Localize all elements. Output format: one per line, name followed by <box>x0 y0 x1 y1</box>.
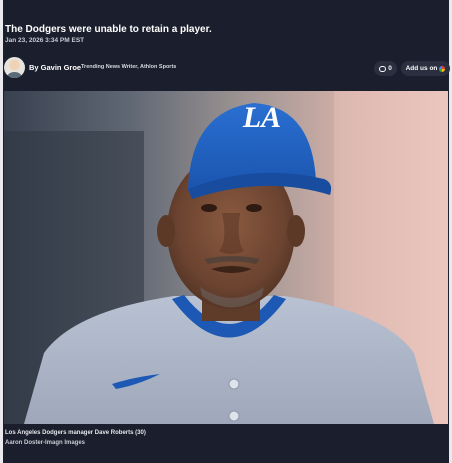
cap-logo: LA <box>242 101 281 134</box>
right-ear <box>287 215 305 247</box>
article-date: Jan 23, 2026 3:34 PM EST <box>5 37 85 44</box>
add-us-on-google-button[interactable]: Add us on <box>401 61 450 76</box>
article-headline: The Dodgers were unable to retain a play… <box>5 24 212 35</box>
photo-credit: Aaron Doster-Imagn Images <box>5 440 86 446</box>
add-us-label: Add us on <box>405 65 438 72</box>
photo-illustration: LA <box>4 91 448 424</box>
author-role: Trending News Writer, Athlon Sports <box>81 64 177 70</box>
right-eye <box>246 204 262 212</box>
jersey-button-2 <box>228 410 240 422</box>
comment-count: 0 <box>388 65 392 72</box>
author-avatar[interactable] <box>4 57 25 78</box>
photo-caption: Los Angeles Dodgers manager Dave Roberts… <box>5 430 146 436</box>
comment-button[interactable]: 0 <box>374 61 397 76</box>
left-frame-edge <box>0 0 3 463</box>
google-icon <box>439 65 446 72</box>
author-row: By Gavin Groe Trending News Writer, Athl… <box>4 56 450 80</box>
left-ear <box>157 215 175 247</box>
jersey-button-1 <box>228 378 240 390</box>
left-eye <box>201 204 217 212</box>
article-photo[interactable]: LA <box>4 91 448 424</box>
author-byline[interactable]: By Gavin Groe <box>29 63 81 72</box>
comment-icon <box>379 65 387 72</box>
